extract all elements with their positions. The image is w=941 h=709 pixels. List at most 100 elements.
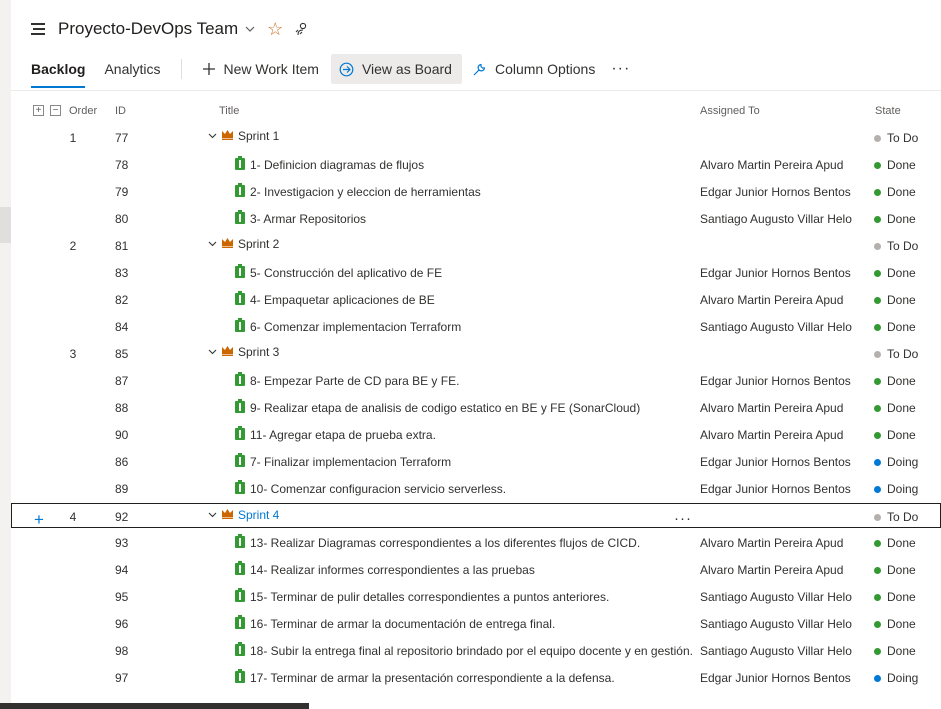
team-name[interactable]: Proyecto-DevOps Team [58, 19, 238, 39]
title-text[interactable]: 8- Empezar Parte de CD para BE y FE. [250, 374, 459, 388]
title-text[interactable]: 9- Realizar etapa de analisis de codigo … [250, 401, 640, 415]
column-options-button[interactable]: Column Options [464, 54, 605, 84]
pbi-icon [235, 372, 245, 389]
title-text[interactable]: 18- Subir la entrega final al repositori… [250, 644, 693, 658]
table-row[interactable]: 84 6- Comenzar implementacion Terraform Sa… [11, 313, 941, 340]
title-text[interactable]: Sprint 3 [238, 345, 279, 359]
state-dot-icon [874, 431, 881, 439]
column-header-title[interactable]: Title [219, 105, 239, 117]
status-bar-tooltip [0, 703, 309, 709]
chevron-down-icon[interactable] [206, 510, 218, 520]
id-cell: 77 [115, 131, 129, 145]
assigned-to-cell: Santiago Augusto Villar Helo [700, 212, 852, 226]
table-row[interactable]: 96 16- Terminar de armar la documentación… [11, 610, 941, 637]
column-header-order[interactable]: Order [69, 105, 97, 117]
state-text: Doing [887, 482, 919, 496]
pbi-icon [235, 426, 245, 443]
column-header-id[interactable]: ID [115, 105, 126, 117]
tab-backlog[interactable]: Backlog [31, 52, 86, 88]
assigned-to-cell: Santiago Augusto Villar Helo [700, 320, 852, 334]
table-row[interactable]: 94 14- Realizar informes correspondientes… [11, 556, 941, 583]
order-cell: 3 [69, 347, 77, 361]
table-row[interactable]: 88 9- Realizar etapa de analisis de codig… [11, 394, 941, 421]
table-row[interactable]: 98 18- Subir la entrega final al reposito… [11, 637, 941, 664]
title-text[interactable]: 3- Armar Repositorios [250, 212, 366, 226]
state-dot-icon [874, 566, 881, 574]
grid-header: + − Order ID Title Assigned To State [11, 97, 941, 124]
order-cell: 1 [69, 131, 77, 145]
state-cell: Done [874, 401, 916, 415]
title-text[interactable]: 17- Terminar de armar la presentación co… [250, 671, 615, 685]
id-cell: 97 [115, 671, 129, 685]
title-text[interactable]: 14- Realizar informes correspondientes a… [250, 563, 535, 577]
expand-all-icon[interactable]: + [33, 105, 44, 116]
title-text[interactable]: 15- Terminar de pulir detalles correspon… [250, 590, 609, 604]
table-row[interactable]: 78 1- Definicion diagramas de flujos Alvar… [11, 151, 941, 178]
table-row-feature[interactable]: 2 81 Sprint 2 To Do [11, 232, 941, 259]
column-options-label: Column Options [494, 61, 596, 77]
title-text[interactable]: 16- Terminar de armar la documentación d… [250, 617, 555, 631]
state-dot-icon [874, 513, 881, 521]
state-dot-icon [874, 404, 881, 412]
table-row[interactable]: 97 17- Terminar de armar la presentación … [11, 664, 941, 691]
state-dot-icon [874, 458, 881, 466]
collapse-all-icon[interactable]: − [50, 105, 61, 116]
table-row[interactable]: 90 11- Agregar etapa de prueba extra. Alva… [11, 421, 941, 448]
title-text[interactable]: 1- Definicion diagramas de flujos [250, 158, 424, 172]
assigned-to-cell: Alvaro Martin Pereira Apud [700, 428, 844, 442]
table-row[interactable]: 80 3- Armar Repositorios Santiago Augusto … [11, 205, 941, 232]
table-row-feature[interactable]: 1 77 Sprint 1 To Do [11, 124, 941, 151]
state-dot-icon [874, 161, 881, 169]
chevron-down-icon[interactable] [206, 131, 218, 141]
title-cell: 16- Terminar de armar la documentación d… [206, 615, 555, 632]
table-row[interactable]: 87 8- Empezar Parte de CD para BE y FE. Ed… [11, 367, 941, 394]
team-members-icon[interactable] [295, 22, 309, 36]
left-nav-indicator [0, 207, 11, 243]
state-cell: Done [874, 428, 916, 442]
title-text[interactable]: 10- Comenzar configuracion servicio serv… [250, 482, 506, 496]
state-text: Done [887, 644, 916, 658]
table-row[interactable]: 82 4- Empaquetar aplicaciones de BE Alvaro… [11, 286, 941, 313]
title-text[interactable]: 13- Realizar Diagramas correspondientes … [250, 536, 640, 550]
table-row[interactable]: 83 5- Construcción del aplicativo de FE Ed… [11, 259, 941, 286]
state-cell: Doing [874, 671, 918, 685]
state-cell: To Do [874, 347, 918, 361]
more-actions-icon[interactable]: ··· [611, 60, 630, 78]
title-text[interactable]: Sprint 1 [238, 129, 279, 143]
table-row-feature[interactable]: +4 92 Sprint 4 ··· To Do [11, 503, 941, 530]
title-text[interactable]: 11- Agregar etapa de prueba extra. [250, 428, 436, 442]
table-row[interactable]: 79 2- Investigacion y eleccion de herrami… [11, 178, 941, 205]
add-child-icon[interactable]: + [34, 510, 44, 530]
column-header-assigned-to[interactable]: Assigned To [700, 105, 760, 117]
tab-analytics[interactable]: Analytics [104, 52, 160, 86]
chevron-down-icon[interactable] [245, 24, 255, 34]
view-as-board-button[interactable]: View as Board [330, 54, 462, 84]
state-text: Doing [887, 455, 919, 469]
pbi-icon [235, 210, 245, 227]
state-text: Done [887, 563, 916, 577]
title-text[interactable]: 5- Construcción del aplicativo de FE [250, 266, 442, 280]
title-text[interactable]: Sprint 2 [238, 237, 279, 251]
table-row[interactable]: 89 10- Comenzar configuracion servicio se… [11, 475, 941, 502]
favorite-star-icon[interactable]: ☆ [267, 19, 283, 40]
new-work-item-button[interactable]: New Work Item [194, 54, 329, 84]
title-text[interactable]: Sprint 4 [238, 508, 279, 522]
assigned-to-cell: Santiago Augusto Villar Helo [700, 644, 852, 658]
table-row-feature[interactable]: 3 85 Sprint 3 To Do [11, 340, 941, 367]
table-row[interactable]: 86 7- Finalizar implementacion Terraform E… [11, 448, 941, 475]
chevron-down-icon[interactable] [206, 347, 218, 357]
title-text[interactable]: 7- Finalizar implementacion Terraform [250, 455, 451, 469]
table-row[interactable]: 93 13- Realizar Diagramas correspondiente… [11, 529, 941, 556]
id-cell: 78 [115, 158, 129, 172]
chevron-down-icon[interactable] [206, 239, 218, 249]
title-cell: 3- Armar Repositorios [206, 210, 366, 227]
column-header-state[interactable]: State [875, 105, 901, 117]
title-text[interactable]: 6- Comenzar implementacion Terraform [250, 320, 461, 334]
title-text[interactable]: 2- Investigacion y eleccion de herramien… [250, 185, 481, 199]
table-row[interactable]: 95 15- Terminar de pulir detalles corresp… [11, 583, 941, 610]
id-cell: 87 [115, 374, 129, 388]
title-cell: 17- Terminar de armar la presentación co… [206, 669, 615, 686]
pbi-icon [235, 453, 245, 470]
row-more-actions-icon[interactable]: ··· [674, 510, 692, 527]
title-text[interactable]: 4- Empaquetar aplicaciones de BE [250, 293, 435, 307]
